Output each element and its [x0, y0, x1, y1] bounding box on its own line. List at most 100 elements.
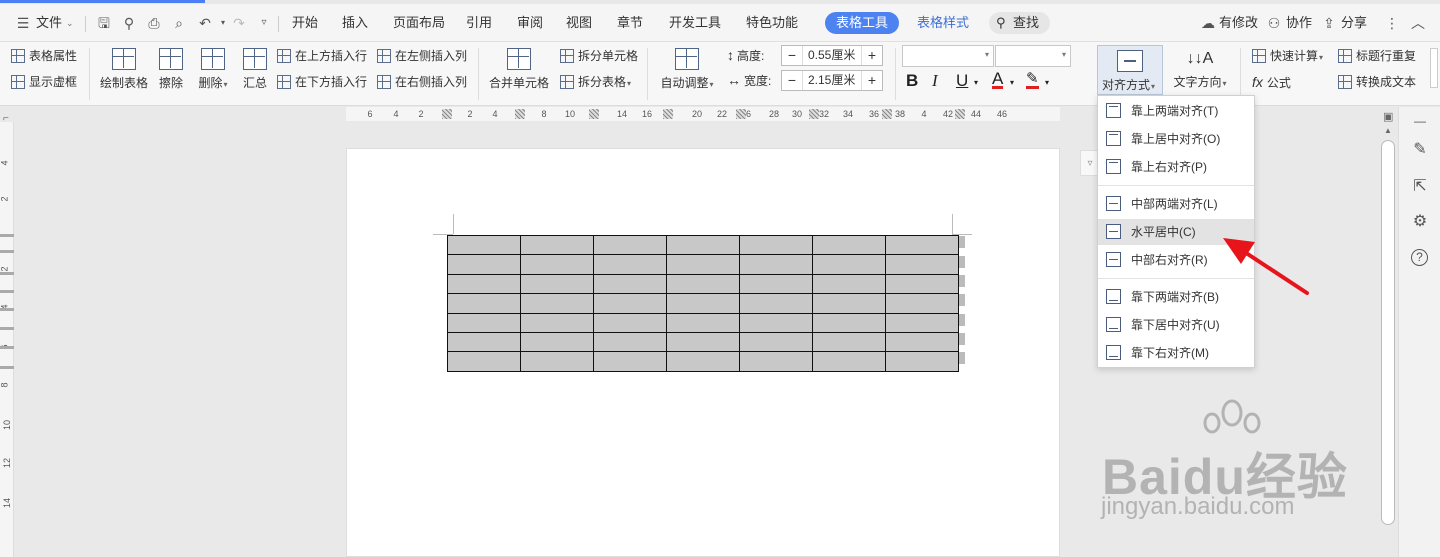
row-height-field[interactable]: 0.55厘米: [802, 46, 862, 65]
table-cell[interactable]: [520, 293, 594, 314]
table-cell[interactable]: [593, 273, 667, 295]
row-resize-handle[interactable]: [959, 333, 965, 345]
table-cell[interactable]: [739, 273, 813, 295]
table-cell[interactable]: [593, 351, 667, 372]
row-resize-handle[interactable]: [959, 275, 965, 287]
table-cell[interactable]: [812, 273, 886, 295]
table-cell[interactable]: [885, 234, 959, 256]
table-cell[interactable]: [812, 351, 886, 372]
tab-chapter[interactable]: 章节: [617, 13, 643, 33]
table-cell[interactable]: [593, 234, 667, 256]
column-marker[interactable]: [809, 109, 819, 119]
collab-button[interactable]: 协作: [1286, 13, 1312, 33]
font-size-dropdown[interactable]: ▾: [995, 45, 1071, 67]
table-cell[interactable]: [666, 312, 740, 333]
tab-insert[interactable]: 插入: [342, 13, 368, 33]
table-cell[interactable]: [812, 331, 886, 353]
column-marker[interactable]: [589, 109, 599, 119]
table-cell[interactable]: [520, 254, 594, 275]
table-cell[interactable]: [593, 331, 667, 353]
align-menu-item[interactable]: 靠上居中对齐(O): [1098, 126, 1254, 152]
tab-start[interactable]: 开始: [292, 13, 318, 33]
table-cell[interactable]: [812, 254, 886, 275]
split-cells-button[interactable]: 拆分单元格: [560, 46, 638, 66]
row-marker[interactable]: [0, 250, 14, 253]
quick-calc-button[interactable]: 快速计算▾: [1252, 46, 1323, 66]
row-marker[interactable]: [0, 346, 14, 349]
table-cell[interactable]: [520, 273, 594, 295]
column-marker[interactable]: [663, 109, 673, 119]
table-cell[interactable]: [812, 293, 886, 314]
insert-col-right-button[interactable]: 在右侧插入列: [377, 72, 467, 92]
convert-to-text-button[interactable]: 转换成文本: [1338, 72, 1416, 92]
row-marker[interactable]: [0, 272, 14, 275]
table-cell[interactable]: [739, 351, 813, 372]
column-marker[interactable]: [882, 109, 892, 119]
draw-table-button[interactable]: 绘制表格: [99, 48, 149, 91]
print-icon[interactable]: ⎙: [145, 14, 163, 32]
tab-table-style[interactable]: 表格样式: [917, 13, 969, 33]
column-marker[interactable]: [736, 109, 746, 119]
row-marker[interactable]: [0, 290, 14, 293]
underline-button[interactable]: U: [956, 71, 968, 91]
column-marker[interactable]: [515, 109, 525, 119]
table-cell[interactable]: [447, 254, 521, 275]
highlight-icon[interactable]: ✎: [1026, 71, 1039, 89]
tab-references[interactable]: 引用: [466, 13, 492, 33]
save-icon[interactable]: 🖫: [95, 14, 113, 32]
italic-button[interactable]: I: [932, 71, 938, 91]
increase-width-button[interactable]: +: [862, 71, 882, 90]
col-width-field[interactable]: 2.15厘米: [802, 71, 862, 90]
table-cell[interactable]: [812, 312, 886, 333]
bold-button[interactable]: B: [906, 71, 918, 91]
table-cell[interactable]: [520, 234, 594, 256]
table-cell[interactable]: [520, 312, 594, 333]
align-menu-item[interactable]: 靠上两端对齐(T): [1098, 98, 1254, 124]
merge-cells-button[interactable]: 合并单元格: [487, 48, 551, 91]
scroll-top-icon[interactable]: ▣: [1383, 110, 1393, 123]
font-name-dropdown[interactable]: ▾: [902, 45, 994, 67]
align-menu-item[interactable]: 中部两端对齐(L): [1098, 191, 1254, 217]
horizontal-ruler[interactable]: 64224810141682022262830323436384424446: [346, 107, 1060, 121]
insert-row-above-button[interactable]: 在上方插入行: [277, 46, 367, 66]
format-painter-icon[interactable]: ⚲: [120, 14, 138, 32]
table-cell[interactable]: [739, 331, 813, 353]
settings-sliders-icon[interactable]: ⚙: [1410, 212, 1430, 232]
redo-icon[interactable]: ↷: [230, 14, 248, 32]
insert-col-left-button[interactable]: 在左侧插入列: [377, 46, 467, 66]
table-cell[interactable]: [447, 273, 521, 295]
table-cell[interactable]: [593, 254, 667, 275]
row-marker[interactable]: [0, 308, 14, 311]
edit-pen-icon[interactable]: ✎: [1410, 140, 1430, 160]
share-button[interactable]: 分享: [1341, 13, 1367, 33]
split-table-button[interactable]: 拆分表格▾: [560, 72, 631, 92]
table-cell[interactable]: [885, 273, 959, 295]
chevron-down-icon[interactable]: ▾: [1045, 78, 1049, 87]
table-cell[interactable]: [593, 293, 667, 314]
table-cell[interactable]: [447, 293, 521, 314]
collapse-ribbon-icon[interactable]: ︿: [1409, 14, 1427, 32]
table-cell[interactable]: [812, 234, 886, 256]
increase-height-button[interactable]: +: [862, 46, 882, 65]
table-cell[interactable]: [885, 293, 959, 314]
table-cell[interactable]: [739, 234, 813, 256]
tab-page-layout[interactable]: 页面布局: [393, 13, 445, 33]
table-cell[interactable]: [885, 331, 959, 353]
tab-review[interactable]: 审阅: [517, 13, 543, 33]
ribbon-scroll-handle[interactable]: [1430, 48, 1438, 88]
delete-button[interactable]: 删除▾: [194, 48, 232, 91]
quick-access-more-icon[interactable]: ▿: [255, 14, 273, 32]
changes-status[interactable]: 有修改: [1219, 13, 1258, 33]
table-cell[interactable]: [885, 254, 959, 275]
hamburger-icon[interactable]: ☰: [14, 14, 32, 32]
row-marker[interactable]: [0, 366, 14, 369]
vertical-scrollbar[interactable]: [1381, 140, 1395, 525]
decrease-width-button[interactable]: −: [782, 71, 802, 90]
text-direction-button[interactable]: ↓↓A 文字方向▾: [1170, 47, 1230, 90]
help-icon[interactable]: ?: [1411, 249, 1428, 266]
row-height-stepper[interactable]: −0.55厘米 +: [781, 45, 883, 66]
table-cell[interactable]: [666, 351, 740, 372]
row-resize-handle[interactable]: [959, 314, 965, 326]
scroll-up-icon[interactable]: ▲: [1384, 126, 1392, 135]
table-cell[interactable]: [739, 254, 813, 275]
